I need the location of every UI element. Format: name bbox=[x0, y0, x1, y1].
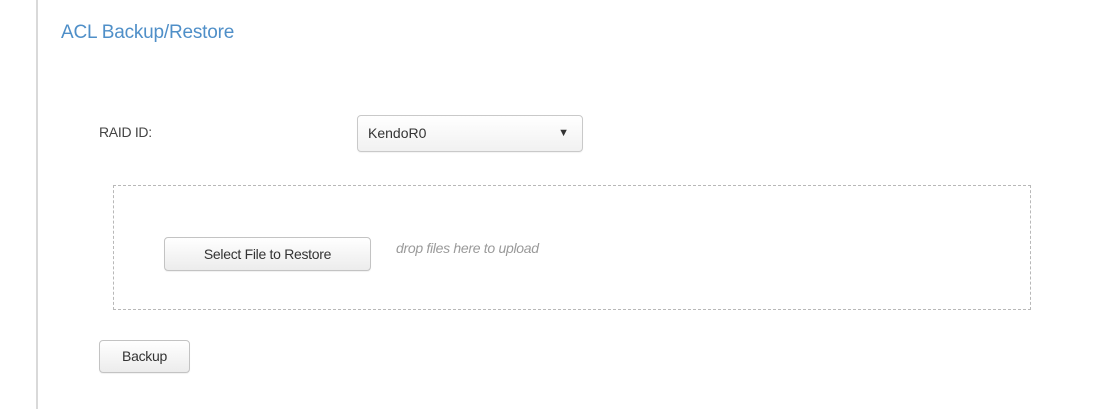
raid-id-dropdown[interactable]: KendoR0 ▼ bbox=[357, 115, 583, 152]
page-title: ACL Backup/Restore bbox=[61, 22, 235, 43]
triangle-down-icon: ▼ bbox=[558, 127, 569, 139]
left-divider bbox=[36, 0, 38, 409]
drop-files-hint: drop files here to upload bbox=[396, 240, 539, 256]
file-drop-zone[interactable]: Select File to Restore drop files here t… bbox=[113, 185, 1031, 310]
raid-id-label: RAID ID: bbox=[99, 124, 152, 140]
backup-button[interactable]: Backup bbox=[99, 340, 190, 373]
select-file-to-restore-button[interactable]: Select File to Restore bbox=[164, 237, 371, 271]
raid-id-selected-value: KendoR0 bbox=[368, 125, 427, 141]
acl-backup-restore-page: ACL Backup/Restore RAID ID: KendoR0 ▼ Se… bbox=[0, 0, 1094, 409]
